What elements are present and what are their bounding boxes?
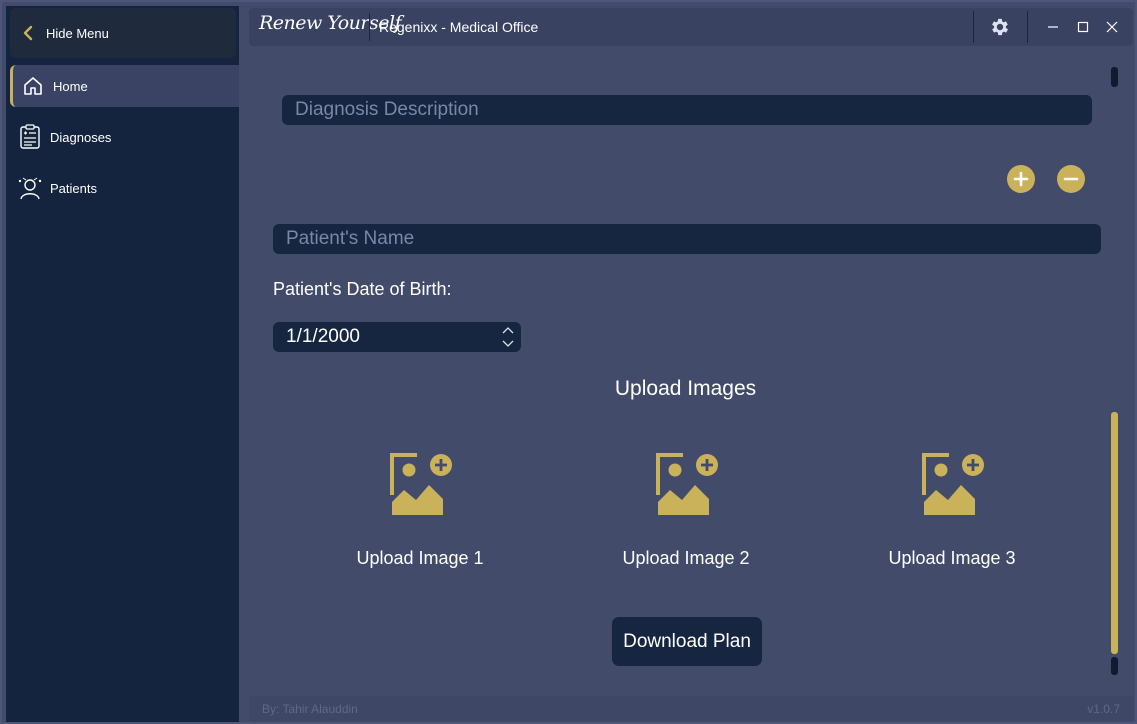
sidebar-item-label: Patients [50,180,97,196]
minimize-button[interactable] [1040,14,1066,40]
upload-image-2[interactable]: Upload Image 2 [586,450,786,569]
upload-label: Upload Image 3 [888,548,1016,568]
patient-icon [10,175,50,201]
minimize-icon [1048,26,1058,28]
upload-images-heading: Upload Images [2,377,1137,401]
maximize-icon [1077,21,1089,33]
sidebar-item-label: Diagnoses [50,129,112,145]
divider [369,13,370,41]
hide-menu-label: Hide Menu [46,25,109,41]
download-plan-button[interactable]: Download Plan [612,617,762,666]
upload-label: Upload Image 1 [356,548,484,568]
scrollbar-up[interactable] [1111,67,1118,87]
sidebar-item-diagnoses[interactable]: Diagnoses [10,116,239,158]
divider [1027,11,1028,43]
app-title: Regenixx - Medical Office [379,19,539,35]
version-label: v1.0.7 [1087,702,1120,716]
sidebar-item-patients[interactable]: Patients [10,167,239,209]
maximize-button[interactable] [1070,14,1096,40]
home-icon [13,75,53,97]
patient-name-input[interactable] [273,224,1101,254]
image-add-icon [656,453,718,515]
sidebar-item-label: Home [53,78,88,94]
sidebar: Hide Menu Home Diagnoses Patients [6,6,239,722]
clipboard-icon [10,124,50,150]
close-icon [1106,21,1118,33]
scrollbar-down[interactable] [1111,657,1118,675]
dob-label: Patient's Date of Birth: [273,279,452,299]
title-bar: Renew Yourself Regenixx - Medical Office [249,8,1133,46]
upload-label: Upload Image 2 [622,548,750,568]
hide-menu-button[interactable]: Hide Menu [10,8,236,58]
upload-heading-text: Upload Images [614,377,757,400]
diagnosis-description-input[interactable] [282,95,1092,125]
dob-value: 1/1/2000 [286,326,360,347]
author-credit: By: Tahir Alauddin [262,702,358,716]
remove-diagnosis-button[interactable] [1057,165,1085,193]
upload-image-1[interactable]: Upload Image 1 [320,450,520,569]
image-add-icon [390,453,452,515]
add-diagnosis-button[interactable] [1007,165,1035,193]
footer: By: Tahir Alauddin v1.0.7 [249,696,1133,722]
sidebar-item-home[interactable]: Home [10,65,239,107]
gear-icon [992,18,1008,36]
minus-icon [1063,177,1079,181]
divider [973,11,974,43]
app-window: Hide Menu Home Diagnoses Patients Renew … [0,0,1137,724]
dob-date-picker[interactable]: 1/1/2000 [273,322,521,352]
image-add-icon [922,453,984,515]
scrollbar-thumb[interactable] [1111,412,1118,654]
upload-image-3[interactable]: Upload Image 3 [852,450,1052,569]
spinner-arrows-icon [502,327,514,347]
chevron-left-icon [10,25,46,41]
plus-icon [1013,171,1029,187]
settings-button[interactable] [987,14,1013,40]
close-button[interactable] [1099,14,1125,40]
